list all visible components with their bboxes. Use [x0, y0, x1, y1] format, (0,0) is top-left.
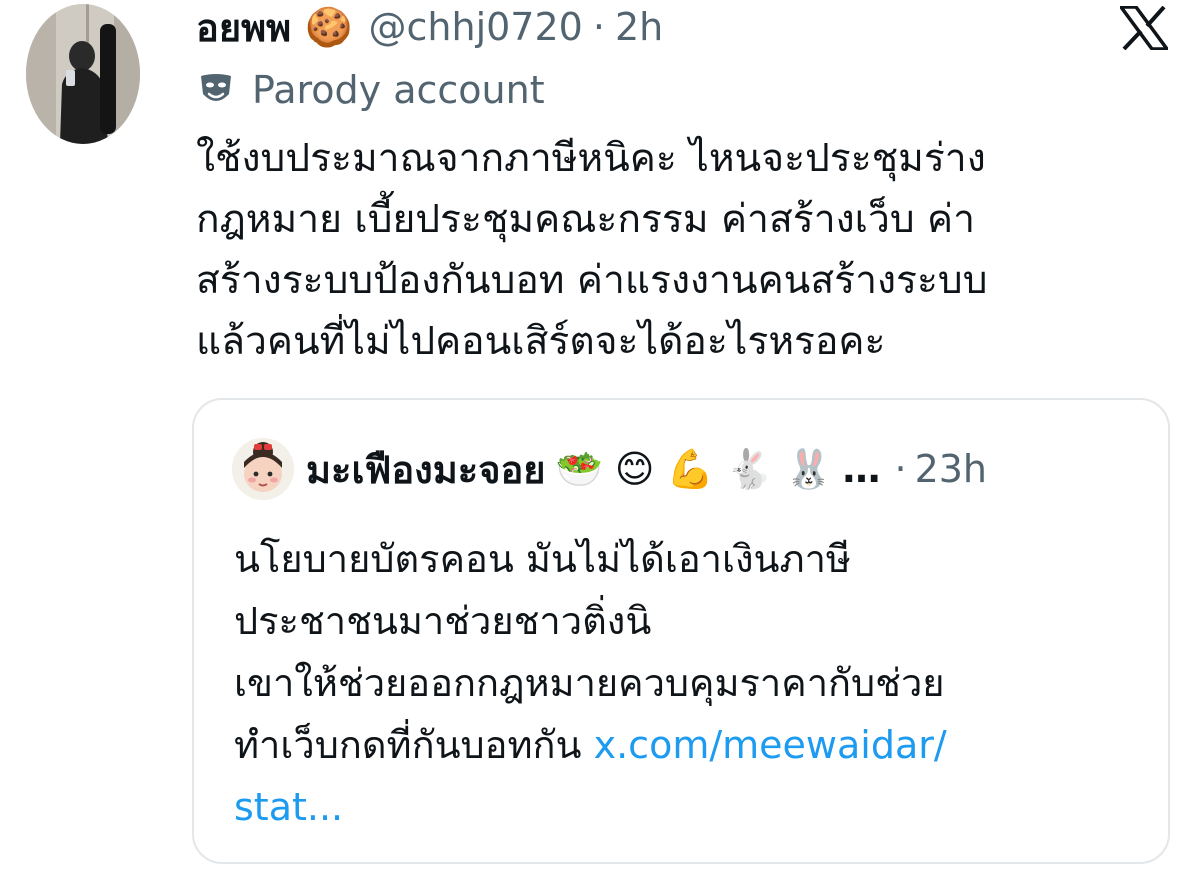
tweet-body-line: กฎหมาย เบี้ยประชุมคณะกรรม ค่าสร้างเว็บ ค…: [196, 197, 976, 242]
parody-label: Parody account: [196, 68, 545, 112]
quoted-tweet-body: นโยบายบัตรคอน มันไม่ได้เอาเงินภาษี ประชา…: [234, 528, 1134, 838]
tweet-header: อยพพ 🍪 @chhj0720 · 2h: [196, 2, 663, 52]
tweet-body: ใช้งบประมาณจากภาษีหนิคะ ไหนจะประชุมร่าง …: [196, 128, 1156, 372]
author-handle[interactable]: @chhj0720: [369, 5, 583, 49]
tweet-timestamp[interactable]: 2h: [615, 5, 663, 49]
quoted-body-line: นโยบายบัตรคอน มันไม่ได้เอาเงินภาษี: [234, 537, 851, 581]
quoted-body-line: ประชาชนมาช่วยชาวติ่งนิ: [234, 599, 652, 643]
quoted-header-separator: ·: [894, 447, 907, 491]
parody-label-text: Parody account: [252, 68, 545, 112]
smile-emoji: 😊: [614, 447, 655, 491]
x-logo-icon: [1117, 5, 1171, 51]
rabbit-face-emoji: 🐰: [785, 446, 833, 491]
quoted-author-avatar[interactable]: [232, 438, 294, 500]
quoted-tweet-timestamp[interactable]: 23h: [915, 447, 987, 491]
header-separator: ·: [592, 5, 605, 49]
quoted-body-text: ทำเว็บกดที่กันบอทกัน: [234, 723, 594, 767]
salad-emoji: 🥗: [555, 446, 603, 491]
quoted-tweet-header: มะเฟืองมะจอย 🥗 😊 💪 🐇 🐰 … · 23h: [232, 438, 987, 500]
author-avatar[interactable]: [26, 4, 140, 144]
quoted-body-line: เขาให้ช่วยออกกฎหมายควบคุมราคากับช่วย: [234, 661, 945, 705]
tweet-body-line: แล้วคนที่ไม่ไปคอนเสิร์ตจะได้อะไรหรอคะ: [196, 319, 886, 364]
cookie-emoji: 🍪: [305, 4, 353, 49]
quoted-link-continuation[interactable]: stat...: [234, 776, 1134, 838]
quoted-link[interactable]: x.com/meewaidar/: [594, 723, 947, 767]
rabbit-emoji: 🐇: [725, 446, 774, 491]
quoted-author-display-name[interactable]: มะเฟืองมะจอย: [306, 439, 546, 500]
tweet-card: อยพพ 🍪 @chhj0720 · 2h Parody account ใช้…: [0, 0, 1200, 892]
tweet-body-line: ใช้งบประมาณจากภาษีหนิคะ ไหนจะประชุมร่าง: [196, 136, 986, 181]
parody-mask-icon: [196, 70, 236, 110]
tweet-body-line: สร้างระบบป้องกันบอท ค่าแรงงานคนสร้างระบบ: [196, 258, 988, 303]
name-truncation: …: [842, 447, 881, 491]
flexed-biceps-emoji: 💪: [666, 446, 714, 491]
quoted-body-line-with-link: ทำเว็บกดที่กันบอทกัน x.com/meewaidar/: [234, 714, 1134, 776]
author-display-name[interactable]: อยพพ: [196, 0, 291, 58]
quoted-tweet[interactable]: มะเฟืองมะจอย 🥗 😊 💪 🐇 🐰 … · 23h นโยบายบัต…: [192, 398, 1170, 864]
